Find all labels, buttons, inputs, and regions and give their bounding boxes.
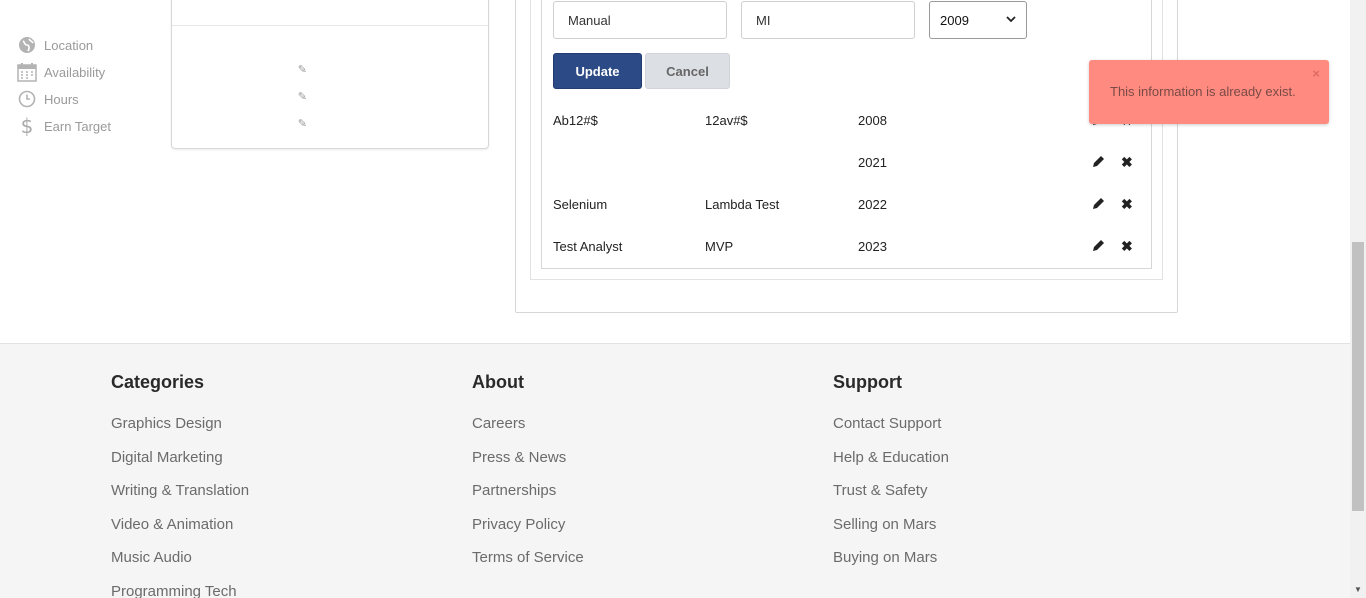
edit-pencil-icon[interactable]: ✎ — [298, 63, 307, 76]
profile-item-label: Earn Target — [44, 118, 111, 134]
row-title: Ab12#$ — [553, 113, 598, 128]
profile-item-earn-target: $ Earn Target ✎ — [17, 114, 307, 138]
profile-item-hours: Hours ✎ — [17, 88, 307, 110]
profile-item-label: Hours — [44, 91, 79, 107]
year-select[interactable]: 2009 — [929, 1, 1027, 39]
table-row: 2021 ✖ — [553, 153, 1143, 173]
footer-link[interactable]: Terms of Service — [472, 548, 584, 582]
clock-icon — [17, 89, 37, 109]
row-title: Selenium — [553, 197, 608, 212]
footer-column-categories: Categories Graphics Design Digital Marke… — [111, 372, 249, 598]
row-title: Test Analyst — [553, 239, 623, 254]
title-input[interactable]: Manual — [553, 1, 727, 39]
footer-link[interactable]: Help & Education — [833, 448, 949, 482]
table-row: Test Analyst MVP 2023 ✖ — [553, 237, 1143, 257]
update-button[interactable]: Update — [553, 53, 642, 89]
profile-item-label: Location — [44, 37, 94, 53]
row-year: 2023 — [858, 239, 887, 254]
year-select-value: 2009 — [940, 12, 969, 28]
delete-icon[interactable]: ✖ — [1121, 154, 1133, 171]
page-scrollbar[interactable]: ▼ — [1350, 0, 1366, 598]
delete-icon[interactable]: ✖ — [1121, 238, 1133, 255]
row-organization: 12av#$ — [705, 113, 748, 128]
footer-link[interactable]: Digital Marketing — [111, 448, 249, 482]
toast-message: This information is already exist. — [1110, 84, 1296, 99]
row-year: 2021 — [858, 155, 887, 170]
footer-link[interactable]: Privacy Policy — [472, 515, 584, 549]
edit-pencil-icon[interactable]: ✎ — [298, 117, 307, 130]
globe-icon — [17, 35, 37, 55]
cancel-button[interactable]: Cancel — [645, 53, 730, 89]
edit-pencil-icon[interactable] — [1092, 239, 1105, 255]
chevron-down-icon — [1006, 15, 1016, 26]
footer-link[interactable]: Contact Support — [833, 414, 949, 448]
details-table-container — [541, 0, 1152, 269]
row-organization: Lambda Test — [705, 197, 780, 212]
footer-link[interactable]: Graphics Design — [111, 414, 249, 448]
card-divider — [172, 25, 488, 26]
footer-column-about: About Careers Press & News Partnerships … — [472, 372, 584, 582]
footer-link[interactable]: Careers — [472, 414, 584, 448]
edit-pencil-icon[interactable] — [1092, 197, 1105, 213]
calendar-icon — [17, 62, 37, 82]
dollar-icon: $ — [20, 114, 34, 138]
row-organization: MVP — [705, 239, 734, 254]
footer-column-support: Support Contact Support Help & Education… — [833, 372, 949, 582]
footer-link[interactable]: Video & Animation — [111, 515, 249, 549]
row-year: 2022 — [858, 197, 887, 212]
edit-pencil-icon[interactable]: ✎ — [298, 90, 307, 103]
row-year: 2008 — [858, 113, 887, 128]
footer-link[interactable]: Writing & Translation — [111, 481, 249, 515]
scrollbar-thumb[interactable] — [1352, 242, 1364, 511]
table-row: Ab12#$ 12av#$ 2008 ✖ — [553, 111, 1143, 131]
footer-link[interactable]: Buying on Mars — [833, 548, 949, 582]
site-footer: Categories Graphics Design Digital Marke… — [0, 343, 1350, 598]
edit-pencil-icon[interactable] — [1092, 155, 1105, 171]
profile-item-label: Availability — [44, 64, 106, 80]
footer-heading: Support — [833, 372, 902, 392]
profile-item-availability: Availability ✎ — [17, 61, 307, 83]
delete-icon[interactable]: ✖ — [1121, 196, 1133, 213]
organization-input[interactable]: MI — [741, 1, 915, 39]
close-icon[interactable]: × — [1312, 66, 1320, 81]
scroll-down-arrow-icon[interactable]: ▼ — [1354, 585, 1362, 594]
footer-link[interactable]: Programming Tech — [111, 582, 249, 598]
error-toast: × This information is already exist. — [1089, 60, 1329, 124]
footer-link[interactable]: Trust & Safety — [833, 481, 949, 515]
profile-item-location: Location — [17, 34, 307, 56]
footer-link[interactable]: Partnerships — [472, 481, 584, 515]
footer-heading: About — [472, 372, 524, 392]
footer-heading: Categories — [111, 372, 205, 392]
table-row: Selenium Lambda Test 2022 ✖ — [553, 195, 1143, 215]
footer-link[interactable]: Music Audio — [111, 548, 249, 582]
footer-link[interactable]: Selling on Mars — [833, 515, 949, 549]
footer-link[interactable]: Press & News — [472, 448, 584, 482]
